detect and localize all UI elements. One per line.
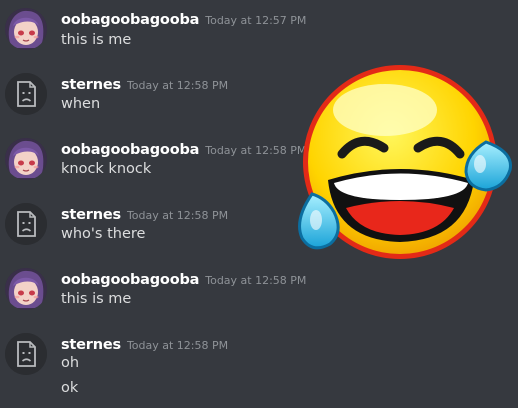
user-avatar[interactable] — [5, 268, 47, 310]
message-text: who's there — [61, 226, 146, 242]
author-name[interactable]: oobagoobagooba — [61, 12, 199, 28]
message-timestamp[interactable]: Today at 12:58 PM — [205, 274, 306, 287]
message-text: ok — [61, 380, 79, 396]
broken-file-face-icon — [5, 73, 47, 115]
user-avatar[interactable] — [5, 8, 47, 50]
anime-girl-avatar-icon — [5, 268, 47, 310]
anime-girl-avatar-icon — [5, 138, 47, 180]
message-header: sternes Today at 12:58 PM — [61, 74, 228, 93]
user-avatar[interactable] — [5, 138, 47, 180]
message-timestamp[interactable]: Today at 12:58 PM — [127, 79, 228, 92]
message-text: oh — [61, 355, 80, 371]
crying-laughing-emoji-icon — [290, 62, 518, 260]
message-timestamp[interactable]: Today at 12:57 PM — [205, 14, 306, 27]
author-name[interactable]: oobagoobagooba — [61, 272, 199, 288]
author-name[interactable]: sternes — [61, 337, 121, 353]
message-text: when — [61, 96, 101, 112]
message-text: this is me — [61, 291, 132, 307]
message-header: oobagoobagooba Today at 12:58 PM — [61, 269, 306, 288]
user-avatar[interactable] — [5, 73, 47, 115]
message-timestamp[interactable]: Today at 12:58 PM — [127, 209, 228, 222]
message-timestamp[interactable]: Today at 12:58 PM — [127, 339, 228, 352]
message-header: oobagoobagooba Today at 12:57 PM — [61, 9, 306, 28]
broken-file-face-icon — [5, 203, 47, 245]
message-text: knock knock — [61, 161, 152, 177]
author-name[interactable]: sternes — [61, 77, 121, 93]
user-avatar[interactable] — [5, 203, 47, 245]
user-avatar[interactable] — [5, 333, 47, 375]
message-header: oobagoobagooba Today at 12:58 PM — [61, 139, 306, 158]
anime-girl-avatar-icon — [5, 8, 47, 50]
author-name[interactable]: sternes — [61, 207, 121, 223]
message-text: this is me — [61, 32, 132, 48]
message-header: sternes Today at 12:58 PM — [61, 204, 228, 223]
author-name[interactable]: oobagoobagooba — [61, 142, 199, 158]
message-header: sternes Today at 12:58 PM — [61, 334, 228, 353]
broken-file-face-icon — [5, 333, 47, 375]
